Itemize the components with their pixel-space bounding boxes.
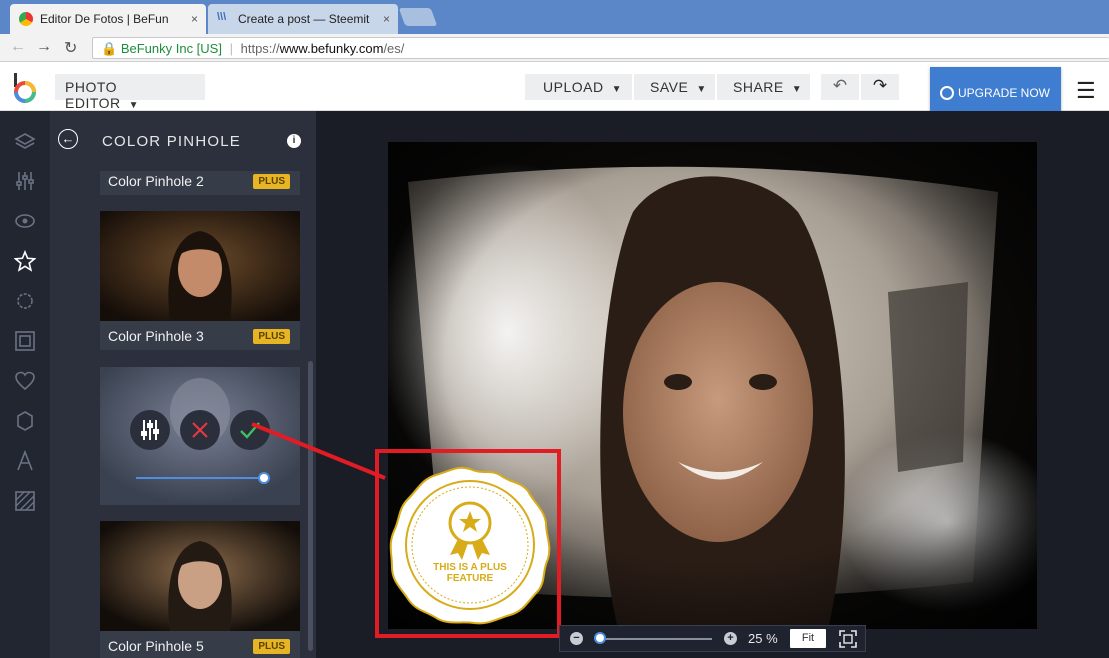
browser-tab-befunky[interactable]: Editor De Fotos | BeFun × [10, 4, 206, 34]
fit-button[interactable]: Fit [790, 629, 826, 648]
reload-icon[interactable]: ↻ [64, 38, 77, 58]
layers-icon[interactable] [14, 131, 36, 153]
apply-effect-button[interactable] [230, 410, 270, 450]
panel-header: ← COLOR PINHOLE i [50, 111, 316, 171]
adjust-settings-button[interactable] [130, 410, 170, 450]
effect-label: Color Pinhole 3 [108, 328, 204, 344]
upload-label: UPLOAD [543, 79, 604, 95]
zoom-slider-handle[interactable] [594, 632, 606, 644]
back-arrow-icon[interactable]: ← [10, 38, 26, 56]
hamburger-menu-icon[interactable]: ☰ [1076, 78, 1096, 104]
award-icon [940, 86, 954, 100]
heart-icon[interactable] [14, 370, 36, 392]
frame-icon[interactable] [14, 330, 36, 352]
upgrade-label: UPGRADE NOW [958, 86, 1051, 100]
zoom-in-icon[interactable]: + [724, 632, 737, 645]
zoom-bar: − + 25 % Fit [559, 625, 866, 652]
new-tab-button[interactable] [398, 8, 438, 26]
zoom-percent: 25 % [748, 631, 778, 646]
photo-editor-dropdown[interactable]: PHOTO EDITOR ▼ [55, 74, 205, 111]
plus-feature-label: THIS IS A PLUS FEATURE [433, 562, 507, 584]
caret-down-icon: ▼ [611, 84, 622, 95]
eye-icon[interactable] [14, 210, 36, 232]
url-input[interactable]: 🔒 BeFunky Inc [US] | https://www.befunky… [92, 37, 1109, 59]
effect-thumbnail [100, 521, 300, 631]
effects-panel: ← COLOR PINHOLE i Color Pinhole 2 PLUS C… [50, 111, 316, 658]
steemit-favicon-icon: \\\ [217, 11, 227, 23]
effect-card-pinhole-5[interactable]: Color Pinhole 5 PLUS [100, 521, 300, 658]
badge-icon[interactable] [14, 290, 36, 312]
lock-icon: 🔒 [101, 41, 118, 56]
caret-down-icon: ▼ [696, 84, 707, 95]
undo-icon[interactable]: ↶ [821, 74, 859, 100]
address-bar: ← → ↻ 🔒 BeFunky Inc [US] | https://www.b… [0, 34, 1109, 62]
chrome-favicon-icon [19, 12, 33, 26]
zoom-out-icon[interactable]: − [570, 632, 583, 645]
befunky-logo-icon[interactable] [12, 73, 38, 103]
sliders-icon [141, 420, 159, 440]
url-host: www.befunky.com [279, 41, 384, 56]
forward-arrow-icon[interactable]: → [36, 38, 52, 56]
effect-thumbnail [100, 211, 300, 321]
close-x-icon [192, 422, 208, 438]
panel-title: COLOR PINHOLE [102, 133, 241, 150]
plus-feature-seal-icon [389, 466, 551, 625]
browser-tab-bar: Editor De Fotos | BeFun × \\\ Create a p… [0, 0, 1109, 34]
plus-badge: PLUS [253, 329, 290, 344]
adjustments-icon[interactable] [14, 170, 36, 192]
pattern-icon[interactable] [14, 490, 36, 512]
caret-down-icon: ▼ [791, 84, 803, 95]
texture-icon[interactable] [14, 410, 36, 432]
plus-badge: PLUS [253, 174, 290, 189]
panel-scrollbar[interactable] [308, 361, 313, 651]
intensity-slider-track[interactable] [136, 477, 264, 479]
upgrade-now-button[interactable]: UPGRADE NOW [930, 67, 1061, 117]
back-arrow-icon[interactable]: ← [58, 129, 78, 149]
zoom-slider-track[interactable] [600, 638, 712, 640]
tab-close-icon[interactable]: × [383, 12, 390, 26]
tab-label: Editor De Fotos | BeFun [40, 12, 169, 26]
intensity-slider-handle[interactable] [258, 472, 270, 484]
browser-tab-steemit[interactable]: \\\ Create a post — Steemit × [208, 4, 398, 34]
checkmark-icon [240, 422, 260, 439]
effect-card-pinhole-4-active [100, 367, 300, 505]
cancel-effect-button[interactable] [180, 410, 220, 450]
share-label: SHARE [733, 79, 784, 95]
upload-button[interactable]: UPLOAD ▼ [525, 74, 632, 100]
plus-badge: PLUS [253, 639, 290, 654]
save-button[interactable]: SAVE ▼ [634, 74, 715, 100]
info-icon[interactable]: i [287, 134, 301, 148]
tab-close-icon[interactable]: × [191, 12, 198, 26]
secure-label: BeFunky Inc [US] [120, 41, 222, 56]
star-icon[interactable] [14, 250, 36, 272]
fullscreen-icon[interactable] [838, 629, 858, 649]
redo-icon[interactable]: ↷ [861, 74, 899, 100]
photo-editor-label: PHOTO EDITOR [65, 79, 121, 111]
caret-down-icon: ▼ [128, 100, 140, 111]
effect-label: Color Pinhole 5 [108, 638, 204, 654]
effect-card-pinhole-3[interactable]: Color Pinhole 3 PLUS [100, 211, 300, 350]
url-path: /es/ [383, 41, 405, 56]
text-icon[interactable] [14, 450, 36, 472]
tab-label: Create a post — Steemit [238, 12, 370, 26]
url-scheme: https:// [240, 41, 280, 56]
effect-label: Color Pinhole 2 [108, 173, 204, 189]
save-label: SAVE [650, 79, 689, 95]
tool-rail [0, 111, 50, 658]
share-button[interactable]: SHARE ▼ [717, 74, 810, 100]
